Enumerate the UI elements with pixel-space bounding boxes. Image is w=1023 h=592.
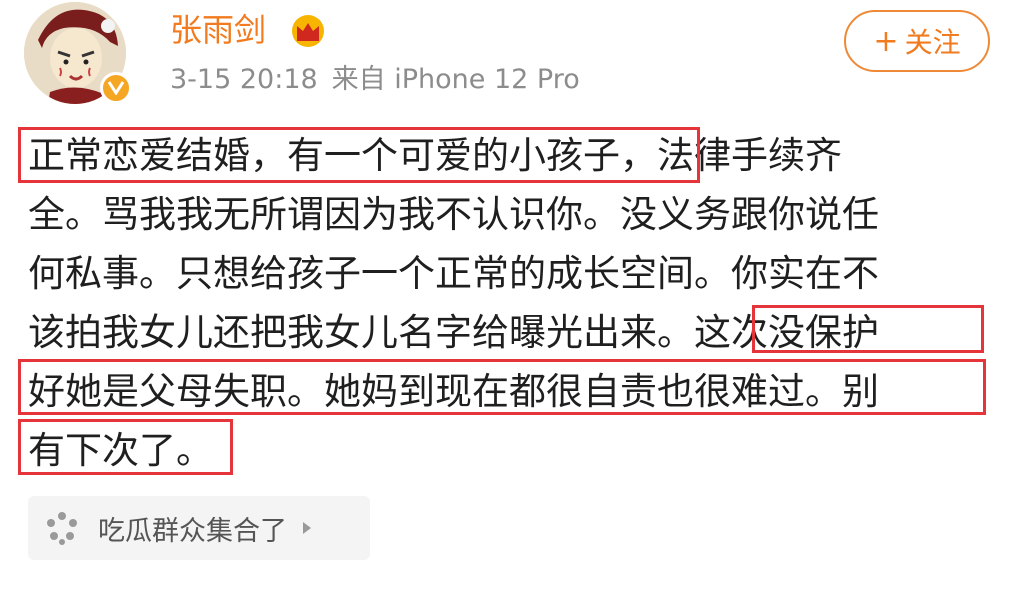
verified-badge-icon [100, 72, 132, 104]
post-line: 全。骂我我无所谓因为我不认识你。没义务跟你说任 [28, 193, 879, 236]
post-meta: 3-15 20:18 来自 iPhone 12 Pro [170, 62, 580, 98]
plus-icon: + [873, 23, 899, 59]
crown-icon[interactable] [288, 14, 328, 48]
chevron-right-icon [303, 522, 311, 534]
follow-label: 关注 [904, 26, 961, 59]
post-line: 该拍我女儿还把我女儿名字给曝光出来。这次没保护 [28, 311, 879, 354]
post-body: 正常恋爱结婚，有一个可爱的小孩子，法律手续齐 全。骂我我无所谓因为我不认识你。没… [28, 126, 978, 480]
topic-dots-icon [47, 512, 77, 545]
topic-chip[interactable]: 吃瓜群众集合了 [28, 496, 370, 560]
topic-label: 吃瓜群众集合了 [98, 515, 287, 547]
post-line: 好她是父母失职。她妈到现在都很自责也很难过。别 [28, 370, 879, 413]
post-source[interactable]: 来自 iPhone 12 Pro [332, 64, 580, 95]
post-timestamp: 3-15 20:18 [170, 64, 318, 95]
post-line: 正常恋爱结婚，有一个可爱的小孩子，法律手续齐 [28, 134, 842, 177]
follow-button[interactable]: + 关注 [844, 10, 990, 72]
post-line: 有下次了。 [28, 429, 213, 472]
post-line: 何私事。只想给孩子一个正常的成长空间。你实在不 [28, 252, 879, 295]
username[interactable]: 张雨剑 [170, 10, 266, 50]
